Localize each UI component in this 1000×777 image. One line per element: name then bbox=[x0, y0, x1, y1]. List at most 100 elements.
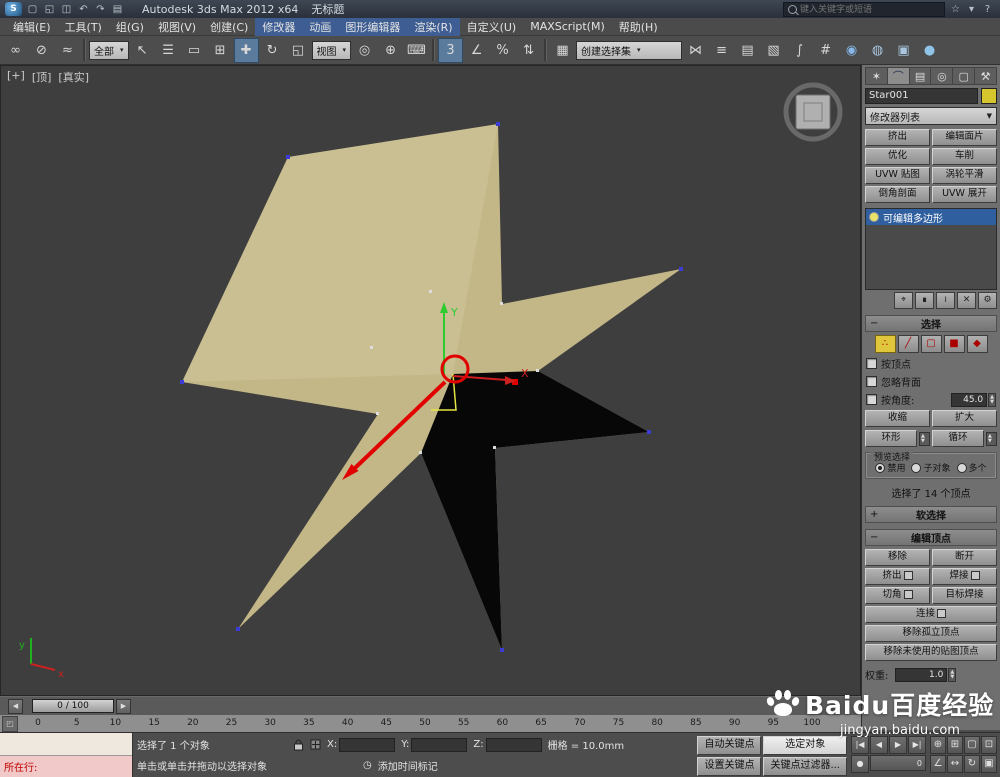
by-angle-checkbox-row[interactable]: 按角度: 45.0 ▲▼ bbox=[866, 392, 996, 407]
viewcube[interactable] bbox=[786, 85, 840, 139]
absolute-offset-toggle-icon[interactable] bbox=[310, 739, 321, 750]
zoom-extents-icon[interactable]: ▢ bbox=[964, 736, 980, 754]
pin-stack-icon[interactable]: ⌖ bbox=[894, 292, 913, 309]
loop-spinner[interactable]: ▲▼ bbox=[986, 432, 997, 446]
reference-coordinate-dropdown[interactable]: 视图▾ bbox=[312, 41, 352, 60]
target-weld-button[interactable]: 目标焊接 bbox=[932, 587, 997, 604]
menu-modifiers[interactable]: 修改器 bbox=[255, 18, 302, 36]
material-editor-icon[interactable]: ◉ bbox=[839, 38, 864, 63]
time-slider-handle[interactable]: 0 / 100 bbox=[32, 699, 114, 713]
menu-help[interactable]: 帮助(H) bbox=[612, 18, 665, 36]
angle-spinner[interactable]: ▲▼ bbox=[988, 393, 996, 407]
selection-lock-icon[interactable] bbox=[293, 739, 304, 751]
object-name-field[interactable]: Star001 bbox=[865, 88, 978, 104]
menu-views[interactable]: 视图(V) bbox=[151, 18, 203, 36]
tab-utilities[interactable]: ⚒ bbox=[975, 67, 997, 85]
go-to-start-icon[interactable]: |◀ bbox=[851, 736, 869, 754]
save-file-icon[interactable]: ◫ bbox=[59, 4, 74, 15]
time-slider-next-icon[interactable]: ▶ bbox=[116, 699, 131, 714]
menu-group[interactable]: 组(G) bbox=[109, 18, 151, 36]
time-slider-prev-icon[interactable]: ◀ bbox=[8, 699, 23, 714]
rollout-selection-header[interactable]: − 选择 bbox=[865, 315, 997, 332]
vertex-mode-icon[interactable]: ∴ bbox=[875, 335, 896, 353]
z-coordinate-field[interactable] bbox=[486, 738, 542, 752]
menu-maxscript[interactable]: MAXScript(M) bbox=[523, 19, 612, 34]
modifier-stack[interactable]: 可编辑多边形 bbox=[865, 208, 997, 290]
star-shape[interactable] bbox=[182, 124, 681, 650]
named-selection-sets-dropdown[interactable]: 创建选择集▾ bbox=[576, 41, 682, 60]
auto-key-button[interactable]: 自动关键点 bbox=[697, 736, 761, 755]
snaps-toggle-icon[interactable]: 3 bbox=[438, 38, 463, 63]
tab-create[interactable]: ✶ bbox=[865, 67, 888, 85]
grow-button[interactable]: 扩大 bbox=[932, 410, 997, 427]
break-vertex-button[interactable]: 断开 bbox=[932, 549, 997, 566]
extrude-vertex-button-settings-icon[interactable] bbox=[904, 571, 913, 580]
tab-modify[interactable]: ⌒ bbox=[888, 67, 910, 85]
y-coordinate-field[interactable] bbox=[411, 738, 467, 752]
render-setup-icon[interactable]: ◍ bbox=[865, 38, 890, 63]
modifier-bevel-profile-button[interactable]: 倒角剖面 bbox=[865, 186, 930, 203]
maxscript-mini-listener[interactable]: 所在行: bbox=[0, 733, 133, 777]
mirror-icon[interactable]: ⋈ bbox=[683, 38, 708, 63]
menu-edit[interactable]: 编辑(E) bbox=[6, 18, 58, 36]
select-and-rotate-icon[interactable]: ↻ bbox=[260, 38, 285, 63]
selection-filter-dropdown[interactable]: 全部▾ bbox=[89, 41, 129, 60]
keyboard-shortcut-override-icon[interactable]: ⌨ bbox=[404, 38, 429, 63]
weight-spinner[interactable]: ▲▼ bbox=[948, 668, 956, 682]
by-vertex-checkbox-row[interactable]: 按顶点 bbox=[866, 356, 996, 371]
new-scene-icon[interactable]: ▢ bbox=[25, 4, 40, 15]
key-filters-button[interactable]: 关键点过滤器... bbox=[763, 757, 847, 776]
viewport-menu-general[interactable]: [+] bbox=[7, 69, 25, 85]
3dsmax-logo-icon[interactable]: S bbox=[5, 2, 22, 16]
preview-multiple-radio[interactable]: 多个 bbox=[957, 461, 987, 474]
menu-graph-editors[interactable]: 图形编辑器 bbox=[338, 18, 407, 36]
viewport-canvas[interactable]: Y X bbox=[1, 66, 862, 697]
tab-hierarchy[interactable]: ▤ bbox=[910, 67, 932, 85]
zoom-icon[interactable]: ⊕ bbox=[930, 736, 946, 754]
modifier-list-dropdown[interactable]: 修改器列表 ▼ bbox=[865, 107, 997, 125]
ignore-backfacing-checkbox-row[interactable]: 忽略背面 bbox=[866, 374, 996, 389]
edge-mode-icon[interactable]: ╱ bbox=[898, 335, 919, 353]
remove-isolated-vertices-button[interactable]: 移除孤立顶点 bbox=[865, 625, 997, 642]
ring-button[interactable]: 环形 bbox=[865, 430, 917, 447]
select-and-move-icon[interactable]: ✚ bbox=[234, 38, 259, 63]
field-of-view-icon[interactable]: ∠ bbox=[930, 755, 946, 773]
percent-snap-icon[interactable]: % bbox=[490, 38, 515, 63]
project-folder-icon[interactable]: ▤ bbox=[110, 4, 125, 15]
help-icon[interactable]: ? bbox=[980, 4, 995, 15]
unlink-selection-icon[interactable]: ⊘ bbox=[29, 38, 54, 63]
shrink-button[interactable]: 收缩 bbox=[865, 410, 930, 427]
weight-value-field[interactable]: 1.0 bbox=[895, 668, 947, 682]
time-slider[interactable]: ◀ 0 / 100 ▶ bbox=[0, 696, 861, 714]
ignore-backfacing-checkbox[interactable] bbox=[866, 376, 877, 387]
polygon-mode-icon[interactable]: ■ bbox=[944, 335, 965, 353]
menu-create[interactable]: 创建(C) bbox=[203, 18, 255, 36]
modifier-extrude-button[interactable]: 挤出 bbox=[865, 129, 930, 146]
go-to-end-icon[interactable]: ▶| bbox=[908, 736, 926, 754]
chamfer-vertex-button[interactable]: 切角 bbox=[865, 587, 930, 604]
play-icon[interactable]: ▶ bbox=[889, 736, 907, 754]
remove-modifier-icon[interactable]: ✕ bbox=[957, 292, 976, 309]
modifier-turbosmooth-button[interactable]: 涡轮平滑 bbox=[932, 167, 997, 184]
configure-modifier-sets-icon[interactable]: ⚙ bbox=[978, 292, 997, 309]
select-and-link-icon[interactable]: ∞ bbox=[3, 38, 28, 63]
preview-multiple-radio-circle[interactable] bbox=[957, 463, 967, 473]
connect-button[interactable]: 连接 bbox=[865, 606, 997, 623]
graphite-ribbon-icon[interactable]: ▧ bbox=[761, 38, 786, 63]
angle-value-field[interactable]: 45.0 bbox=[951, 393, 987, 407]
redo-icon[interactable]: ↷ bbox=[93, 4, 108, 15]
viewport-menu-shading[interactable]: [真实] bbox=[58, 69, 89, 85]
open-mini-curve-editor-icon[interactable]: ◰ bbox=[2, 716, 18, 732]
zoom-all-icon[interactable]: ⊞ bbox=[947, 736, 963, 754]
modifier-optimize-button[interactable]: 优化 bbox=[865, 148, 930, 165]
window-crossing-icon[interactable]: ⊞ bbox=[208, 38, 233, 63]
search-input[interactable] bbox=[800, 4, 940, 14]
communication-center-icon[interactable]: ▾ bbox=[964, 4, 979, 15]
remove-vertex-button[interactable]: 移除 bbox=[865, 549, 930, 566]
angle-snap-icon[interactable]: ∠ bbox=[464, 38, 489, 63]
stack-item-editable-poly[interactable]: 可编辑多边形 bbox=[866, 209, 996, 225]
preview-subobject-radio[interactable]: 子对象 bbox=[911, 461, 950, 474]
rectangular-selection-region-icon[interactable]: ▭ bbox=[182, 38, 207, 63]
current-frame-field[interactable]: 0 bbox=[870, 755, 926, 771]
pan-icon[interactable]: ↔ bbox=[947, 755, 963, 773]
